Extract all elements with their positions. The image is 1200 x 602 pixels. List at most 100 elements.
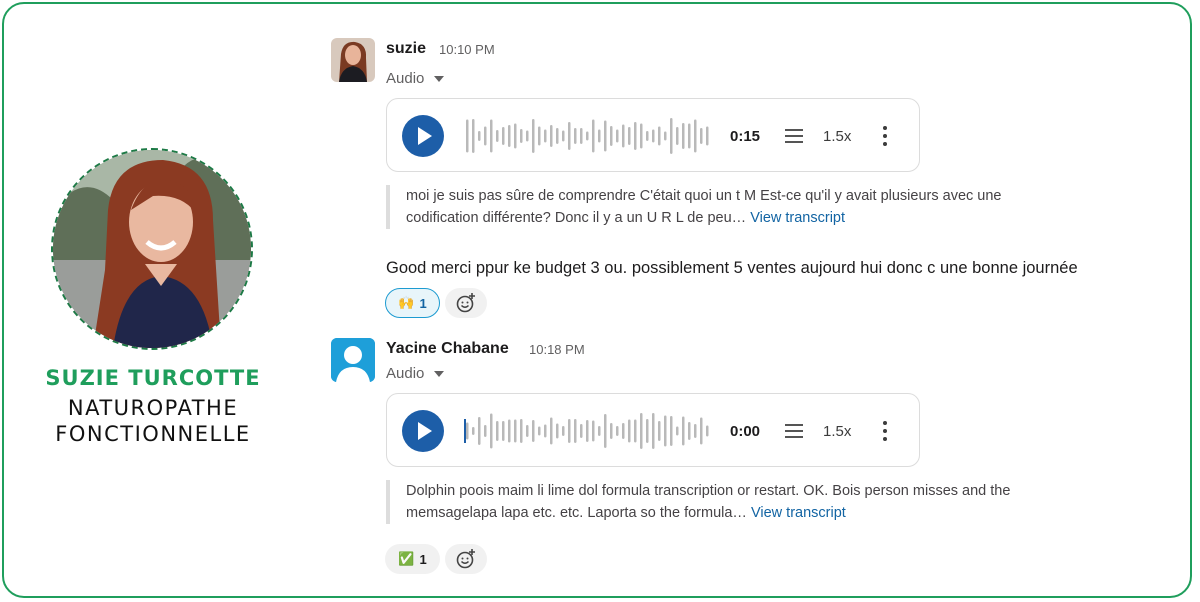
waveform-bar bbox=[688, 123, 691, 149]
waveform-bar bbox=[526, 130, 529, 142]
waveform-bar bbox=[604, 120, 607, 152]
attachment-toggle[interactable]: Audio bbox=[386, 70, 445, 87]
waveform-bar bbox=[568, 419, 571, 443]
waveform-bar bbox=[538, 126, 541, 146]
transcript-preview: Dolphin poois maim li lime dol formula t… bbox=[386, 480, 1046, 524]
waveform-bar bbox=[592, 420, 595, 442]
waveform-bar bbox=[670, 118, 673, 154]
waveform-bar bbox=[496, 421, 499, 441]
waveform-bar bbox=[514, 123, 517, 149]
transcript-icon[interactable] bbox=[785, 129, 803, 143]
message-author[interactable]: Yacine Chabane bbox=[386, 340, 509, 358]
profile-role-line2: FONCTIONNELLE bbox=[55, 422, 251, 446]
waveform-bar bbox=[550, 417, 553, 445]
waveform-bar bbox=[598, 129, 601, 143]
raised-hands-emoji: 🙌 bbox=[398, 295, 415, 310]
waveform-bar bbox=[580, 128, 583, 144]
more-options-icon[interactable] bbox=[883, 126, 887, 146]
message-text: Good merci ppur ke budget 3 ou. possible… bbox=[386, 259, 1078, 277]
reaction-count: 1 bbox=[419, 551, 427, 567]
message-timestamp[interactable]: 10:10 PM bbox=[439, 42, 495, 57]
waveform-bar bbox=[544, 129, 547, 143]
view-transcript-link[interactable]: View transcript bbox=[750, 210, 845, 226]
audio-player: 0:15 1.5x bbox=[386, 98, 920, 172]
waveform[interactable] bbox=[464, 412, 712, 450]
waveform-bar bbox=[520, 129, 523, 143]
transcript-text: Dolphin poois maim li lime dol formula t… bbox=[406, 483, 1011, 521]
message-timestamp[interactable]: 10:18 PM bbox=[529, 342, 585, 357]
waveform-bar bbox=[664, 415, 667, 447]
waveform-bar bbox=[622, 124, 625, 148]
waveform-bar bbox=[478, 131, 481, 141]
add-reaction-button[interactable] bbox=[445, 544, 487, 574]
waveform-bar bbox=[532, 119, 535, 153]
waveform-bar bbox=[700, 417, 703, 445]
avatar-default[interactable] bbox=[331, 338, 375, 382]
play-button[interactable] bbox=[402, 410, 444, 452]
waveform-bar bbox=[586, 131, 589, 141]
waveform-bar bbox=[502, 421, 505, 441]
more-options-icon[interactable] bbox=[883, 421, 887, 441]
waveform-bar bbox=[682, 123, 685, 149]
waveform[interactable] bbox=[464, 117, 712, 155]
profile-role-line1: NATUROPATHE bbox=[67, 396, 239, 420]
profile-photo bbox=[51, 148, 253, 350]
audio-player: 0:00 1.5x bbox=[386, 393, 920, 467]
waveform-bar bbox=[562, 130, 565, 142]
waveform-bar bbox=[628, 127, 631, 145]
waveform-bar bbox=[646, 419, 649, 443]
waveform-bar bbox=[592, 119, 595, 153]
waveform-bar bbox=[598, 426, 601, 436]
view-transcript-link[interactable]: View transcript bbox=[751, 505, 846, 521]
attachment-label: Audio bbox=[386, 365, 425, 382]
playback-speed-button[interactable]: 1.5x bbox=[823, 423, 851, 440]
avatar[interactable] bbox=[331, 38, 375, 82]
waveform-bar bbox=[544, 424, 547, 438]
waveform-bar bbox=[556, 423, 559, 439]
waveform-bar bbox=[700, 128, 703, 144]
waveform-bar bbox=[616, 426, 619, 436]
waveform-bar bbox=[610, 423, 613, 439]
waveform-bar bbox=[472, 119, 475, 153]
waveform-bar bbox=[616, 129, 619, 143]
attachment-toggle[interactable]: Audio bbox=[386, 365, 445, 382]
play-button[interactable] bbox=[402, 115, 444, 157]
waveform-bar bbox=[508, 419, 511, 443]
waveform-bar bbox=[568, 122, 571, 150]
waveform-bar bbox=[622, 423, 625, 439]
waveform-bar bbox=[574, 128, 577, 144]
reaction-count: 1 bbox=[419, 295, 427, 311]
waveform-bar bbox=[550, 125, 553, 147]
audio-duration: 0:00 bbox=[730, 423, 761, 440]
waveform-bar bbox=[694, 424, 697, 438]
waveform-bar bbox=[574, 419, 577, 443]
waveform-bar bbox=[640, 123, 643, 149]
waveform-bar bbox=[652, 129, 655, 143]
profile-name: SUZIE TURCOTTE bbox=[45, 366, 261, 390]
waveform-bar bbox=[646, 131, 649, 141]
playback-cursor bbox=[464, 419, 466, 443]
waveform-bar bbox=[496, 130, 499, 142]
audio-duration: 0:15 bbox=[730, 128, 761, 145]
reaction[interactable]: 🙌 1 bbox=[385, 288, 440, 318]
waveform-bar bbox=[634, 122, 637, 150]
transcript-preview: moi je suis pas sûre de comprendre C'éta… bbox=[386, 185, 1046, 229]
waveform-bar bbox=[676, 127, 679, 145]
waveform-bar bbox=[610, 126, 613, 146]
add-reaction-button[interactable] bbox=[445, 288, 487, 318]
waveform-bar bbox=[472, 427, 475, 435]
reaction[interactable]: ✅ 1 bbox=[385, 544, 440, 574]
waveform-bar bbox=[628, 419, 631, 443]
waveform-bar bbox=[706, 425, 709, 437]
add-emoji-icon bbox=[456, 293, 475, 313]
waveform-bar bbox=[658, 126, 661, 146]
waveform-bar bbox=[466, 119, 469, 153]
message-author[interactable]: suzie bbox=[386, 40, 426, 58]
waveform-bar bbox=[478, 417, 481, 445]
waveform-bar bbox=[484, 425, 487, 437]
waveform-bar bbox=[676, 426, 679, 436]
waveform-bar bbox=[556, 128, 559, 144]
transcript-icon[interactable] bbox=[785, 424, 803, 438]
playback-speed-button[interactable]: 1.5x bbox=[823, 128, 851, 145]
waveform-bar bbox=[652, 413, 655, 449]
